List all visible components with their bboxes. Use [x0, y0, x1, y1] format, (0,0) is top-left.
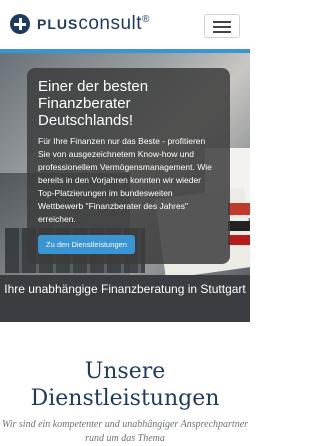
plus-circle-icon[interactable]: [10, 14, 30, 34]
brand-prefix: PLUS: [37, 16, 79, 32]
services-subtitle: Wir sind ein kompetenter und unabhängige…: [1, 419, 249, 444]
services-title: Unsere Dienstleistungen: [30, 359, 220, 411]
euro-headline-image: [228, 235, 250, 245]
hero-section: Einer der besten Finanzberater Deutschla…: [0, 53, 250, 275]
services-button[interactable]: Zu den Dienstleistungen: [38, 235, 135, 254]
brand-logo[interactable]: PLUSconsult®: [37, 13, 150, 35]
hamburger-menu-icon-line: [213, 26, 231, 28]
euro-headline-image: [228, 221, 250, 231]
tagline-text: Ihre unabhängige Finanzberatung in Stutt…: [4, 282, 246, 296]
menu-toggle-button[interactable]: [204, 14, 240, 38]
hamburger-menu-icon-line: [213, 31, 231, 33]
tagline-band: Ihre unabhängige Finanzberatung in Stutt…: [0, 275, 250, 322]
brand-suffix: consult: [78, 13, 143, 34]
hero-card: Einer der besten Finanzberater Deutschla…: [27, 68, 230, 264]
euro-headline-image: [228, 203, 250, 215]
brand-registered-mark: ®: [142, 14, 150, 25]
hero-title: Einer der besten Finanzberater Deutschla…: [38, 78, 149, 129]
hero-text: Für Ihre Finanzen nur das Beste - profit…: [38, 136, 212, 224]
hamburger-menu-icon: [213, 21, 231, 23]
site-header: PLUSconsult®: [0, 0, 250, 53]
